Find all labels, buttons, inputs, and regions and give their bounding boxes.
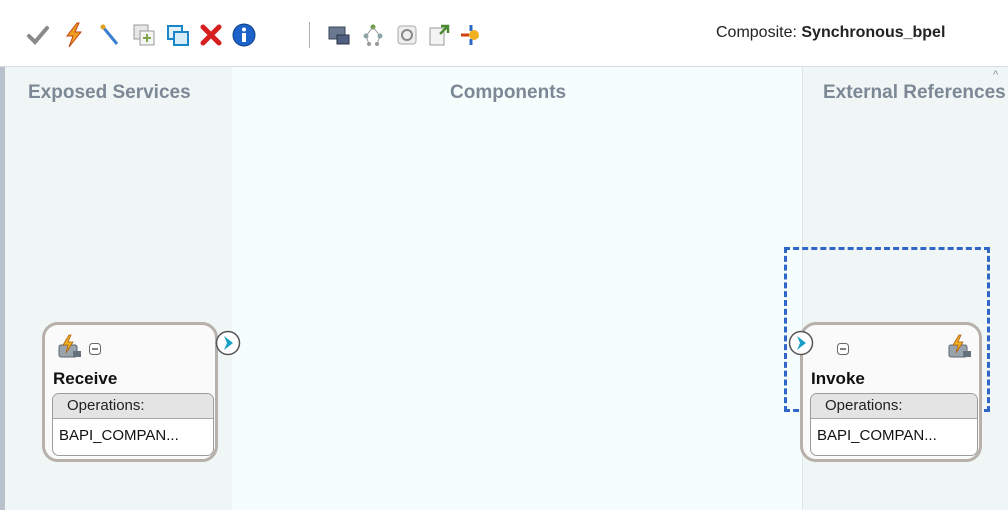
components-lane: Components	[232, 67, 802, 510]
wire-icon[interactable]	[458, 21, 486, 49]
lightning-icon[interactable]	[60, 21, 88, 49]
publish-icon[interactable]	[425, 21, 453, 49]
service-adapter-icon[interactable]	[325, 21, 353, 49]
composite-label-text: Composite:	[716, 24, 797, 41]
operations-header: Operations:	[53, 394, 213, 419]
copy-component-icon[interactable]	[164, 21, 192, 49]
collapse-icon[interactable]	[89, 343, 101, 355]
checkmark-icon[interactable]	[24, 21, 52, 49]
collapse-icon[interactable]	[837, 343, 849, 355]
toolbar: Composite: Synchronous_bpel	[0, 0, 1008, 67]
composite-name: Synchronous_bpel	[801, 24, 946, 41]
invoke-title: Invoke	[811, 369, 865, 388]
operation-item[interactable]: BAPI_COMPAN...	[811, 419, 977, 453]
operations-box: Operations: BAPI_COMPAN...	[52, 393, 214, 456]
info-icon[interactable]	[230, 21, 258, 49]
delete-icon[interactable]	[197, 21, 225, 49]
receive-service-card[interactable]: Receive Operations: BAPI_COMPAN...	[42, 322, 218, 462]
external-references-title: External References	[823, 82, 1006, 103]
operation-item[interactable]: BAPI_COMPAN...	[53, 419, 213, 453]
invoke-reference-card[interactable]: Invoke Operations: BAPI_COMPAN...	[800, 322, 982, 462]
components-title: Components	[450, 82, 567, 103]
operations-box: Operations: BAPI_COMPAN...	[810, 393, 978, 456]
invoke-chevron-icon[interactable]	[788, 330, 814, 356]
composite-label: Composite: Synchronous_bpel	[716, 24, 945, 42]
scroll-up-icon[interactable]: ^	[993, 69, 998, 81]
network-icon[interactable]	[359, 21, 387, 49]
add-component-icon[interactable]	[130, 21, 158, 49]
refresh-icon[interactable]	[393, 21, 421, 49]
receive-title: Receive	[53, 369, 118, 388]
toolbar-separator	[309, 22, 310, 48]
exposed-services-title: Exposed Services	[28, 82, 191, 103]
operations-header: Operations:	[811, 394, 977, 419]
wand-icon[interactable]	[96, 21, 124, 49]
receive-chevron-icon[interactable]	[215, 330, 241, 356]
adapter-icon	[948, 334, 971, 358]
adapter-icon	[58, 334, 81, 358]
left-edge-bar	[0, 67, 5, 510]
